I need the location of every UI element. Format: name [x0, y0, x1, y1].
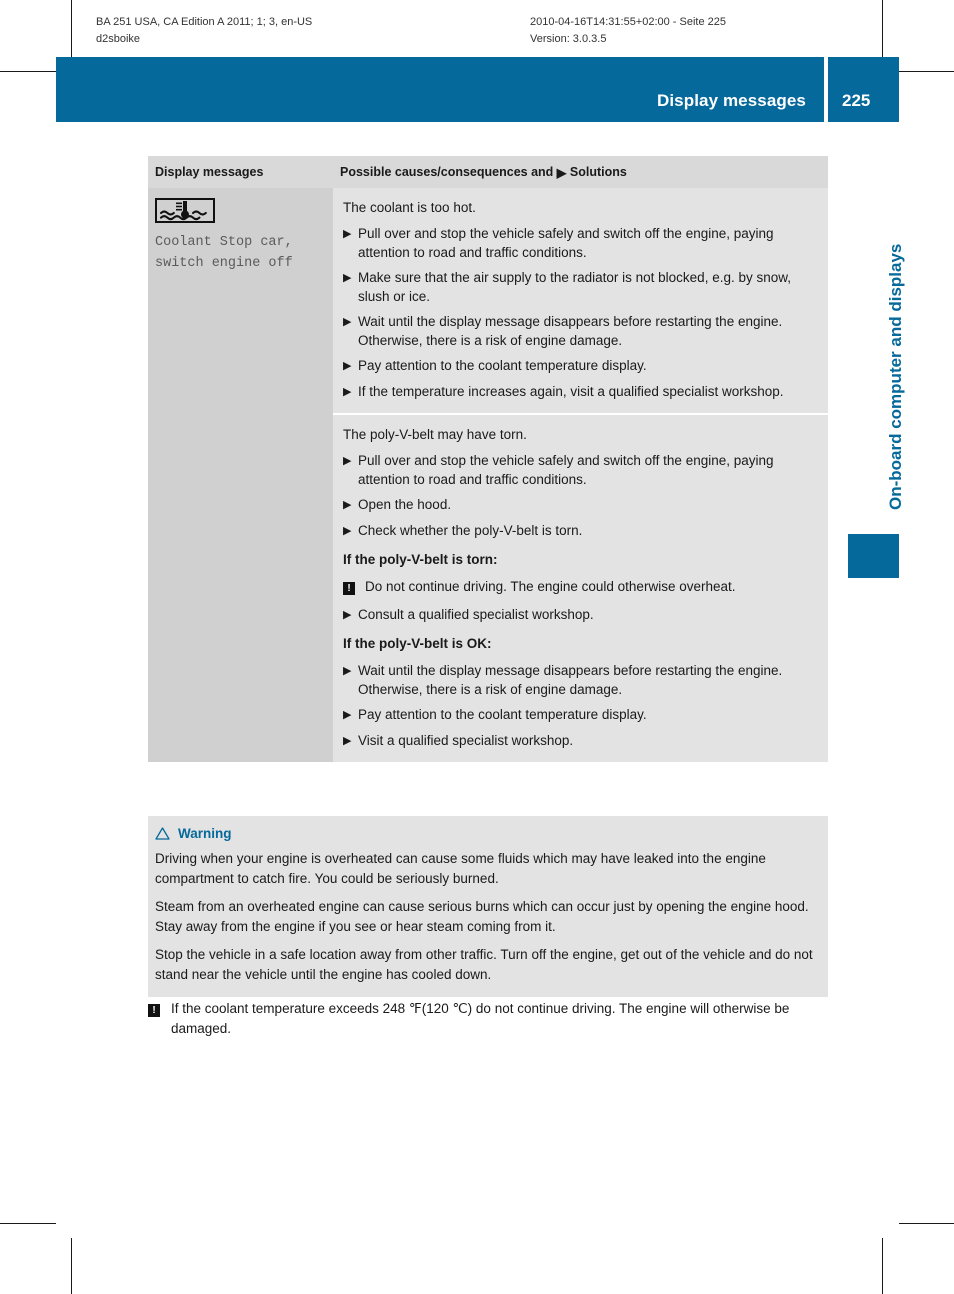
step-triangle-icon: ▶	[343, 228, 352, 240]
warning-triangle-icon	[155, 827, 170, 840]
running-head-left: BA 251 USA, CA Edition A 2011; 1; 3, en-…	[96, 14, 312, 48]
solution-step-text: Open the hood.	[358, 497, 452, 512]
warning-paragraph: Steam from an overheated engine can caus…	[155, 899, 809, 934]
solution-step-text: Pay attention to the coolant temperature…	[358, 707, 647, 722]
solution-step-text: Pull over and stop the vehicle safely an…	[358, 226, 774, 260]
cause-lead-text: The poly-V-belt may have torn.	[343, 427, 527, 442]
page-header-bar: Display messages 225	[56, 57, 899, 122]
solution-step: ▶ Open the hood.	[343, 495, 814, 515]
step-triangle-icon: ▶	[343, 709, 352, 721]
solution-step-text: Pay attention to the coolant temperature…	[358, 358, 647, 373]
crop-mark-bottom-left-horizontal	[0, 1223, 56, 1224]
crop-mark-top-left-vertical	[71, 0, 72, 57]
solution-step: ▶ Consult a qualified specialist worksho…	[343, 605, 814, 625]
coolant-temperature-icon	[155, 198, 215, 223]
solution-subheading-ok: If the poly-V-belt is OK:	[343, 636, 492, 651]
cause-lead-text: The coolant is too hot.	[343, 200, 476, 215]
solution-step-text: Pull over and stop the vehicle safely an…	[358, 453, 774, 487]
step-triangle-icon: ▶	[343, 272, 352, 284]
chapter-side-tab-marker	[848, 534, 899, 578]
warning-label: Warning	[178, 826, 232, 841]
solution-step: ▶ Wait until the display message disappe…	[343, 312, 814, 350]
crop-mark-top-left-horizontal	[0, 71, 56, 72]
chapter-side-tab-label: On-board computer and displays	[886, 243, 905, 510]
running-head-version: Version: 3.0.3.5	[530, 33, 607, 45]
solution-subheading-torn: If the poly-V-belt is torn:	[343, 552, 498, 567]
page-number: 225	[842, 91, 871, 110]
crop-mark-top-right-horizontal	[899, 71, 954, 72]
solution-step: ▶ Pull over and stop the vehicle safely …	[343, 451, 814, 489]
solution-step: ▶ Pull over and stop the vehicle safely …	[343, 224, 814, 262]
solution-step: ▶ Visit a qualified specialist workshop.	[343, 731, 814, 751]
bottom-notice-text: If the coolant temperature exceeds 248 ℉…	[171, 1001, 790, 1036]
crop-mark-top-right-vertical	[882, 0, 883, 57]
display-messages-table: Display messages Possible causes/consequ…	[148, 156, 828, 762]
chapter-side-tab: On-board computer and displays	[836, 160, 916, 580]
table-header-cell-solutions: Possible causes/consequences and ▶ Solut…	[333, 165, 828, 180]
running-head-document-id: BA 251 USA, CA Edition A 2011; 1; 3, en-…	[96, 16, 313, 28]
page-title: Display messages	[656, 91, 806, 110]
running-head-right: 2010-04-16T14:31:55+02:00 - Seite 225 Ve…	[530, 14, 726, 48]
manual-page: BA 251 USA, CA Edition A 2011; 1; 3, en-…	[0, 0, 954, 1294]
solution-notice: ! Do not continue driving. The engine co…	[343, 577, 814, 596]
page-header-title-block: Display messages	[56, 57, 824, 122]
step-triangle-icon: ▶	[343, 525, 352, 537]
table-body-row: Coolant Stop car, switch engine off The …	[148, 188, 828, 762]
solution-notice-text: Do not continue driving. The engine coul…	[365, 579, 736, 594]
running-head-timestamp: 2010-04-16T14:31:55+02:00 - Seite 225	[530, 16, 727, 28]
step-triangle-icon: ▶	[343, 735, 352, 747]
step-triangle-icon: ▶	[343, 386, 352, 398]
solution-step-text: Consult a qualified specialist workshop.	[358, 607, 594, 622]
step-triangle-icon: ▶	[343, 360, 352, 372]
table-cell-display-message: Coolant Stop car, switch engine off	[148, 188, 333, 762]
step-triangle-icon: ▶	[343, 499, 352, 511]
table-header-solutions-label: Solutions	[569, 164, 627, 179]
step-triangle-icon: ▶	[343, 609, 352, 621]
table-header-causes-label: Possible causes/consequences and	[340, 164, 554, 179]
table-cell-causes-solutions: The coolant is too hot. ▶ Pull over and …	[333, 188, 828, 762]
table-header-row: Display messages Possible causes/consequ…	[148, 156, 828, 188]
solution-step: ▶ Pay attention to the coolant temperatu…	[343, 705, 814, 725]
solution-step: ▶ Pay attention to the coolant temperatu…	[343, 356, 814, 376]
table-header-cell-messages: Display messages	[155, 165, 264, 179]
solution-step-text: Check whether the poly-V-belt is torn.	[358, 523, 583, 538]
warning-paragraph: Stop the vehicle in a safe location away…	[155, 947, 813, 982]
solution-step-text: If the temperature increases again, visi…	[358, 384, 784, 399]
warning-box: Warning Driving when your engine is over…	[148, 816, 828, 997]
solutions-triangle-icon: ▶	[556, 165, 567, 180]
display-message-line-1: Coolant Stop car,	[155, 235, 293, 250]
solution-step: ▶ Check whether the poly-V-belt is torn.	[343, 521, 814, 541]
solution-step: ▶ Make sure that the air supply to the r…	[343, 268, 814, 306]
running-head-author: d2sboike	[96, 33, 141, 45]
crop-mark-bottom-right-vertical	[882, 1238, 883, 1294]
warning-paragraph: Driving when your engine is overheated c…	[155, 851, 766, 886]
solution-step: ▶ If the temperature increases again, vi…	[343, 382, 814, 402]
cause-block-poly-v-belt: The poly-V-belt may have torn. ▶ Pull ov…	[333, 413, 828, 762]
bottom-notice: ! If the coolant temperature exceeds 248…	[148, 999, 838, 1039]
crop-mark-bottom-right-horizontal	[899, 1223, 954, 1224]
solution-step: ▶ Wait until the display message disappe…	[343, 661, 814, 699]
step-triangle-icon: ▶	[343, 455, 352, 467]
solution-step-text: Visit a qualified specialist workshop.	[358, 733, 574, 748]
solution-step-text: Wait until the display message disappear…	[358, 663, 783, 697]
solution-step-text: Make sure that the air supply to the rad…	[358, 270, 791, 304]
warning-box-title: Warning	[155, 826, 816, 841]
step-triangle-icon: ▶	[343, 316, 352, 328]
notice-exclamation-icon: !	[148, 999, 171, 1039]
step-triangle-icon: ▶	[343, 665, 352, 677]
display-message-line-2: switch engine off	[155, 256, 293, 271]
notice-exclamation-icon: !	[343, 577, 365, 596]
crop-mark-bottom-left-vertical	[71, 1238, 72, 1294]
cause-block-coolant: The coolant is too hot. ▶ Pull over and …	[333, 188, 828, 413]
solution-step-text: Wait until the display message disappear…	[358, 314, 783, 348]
